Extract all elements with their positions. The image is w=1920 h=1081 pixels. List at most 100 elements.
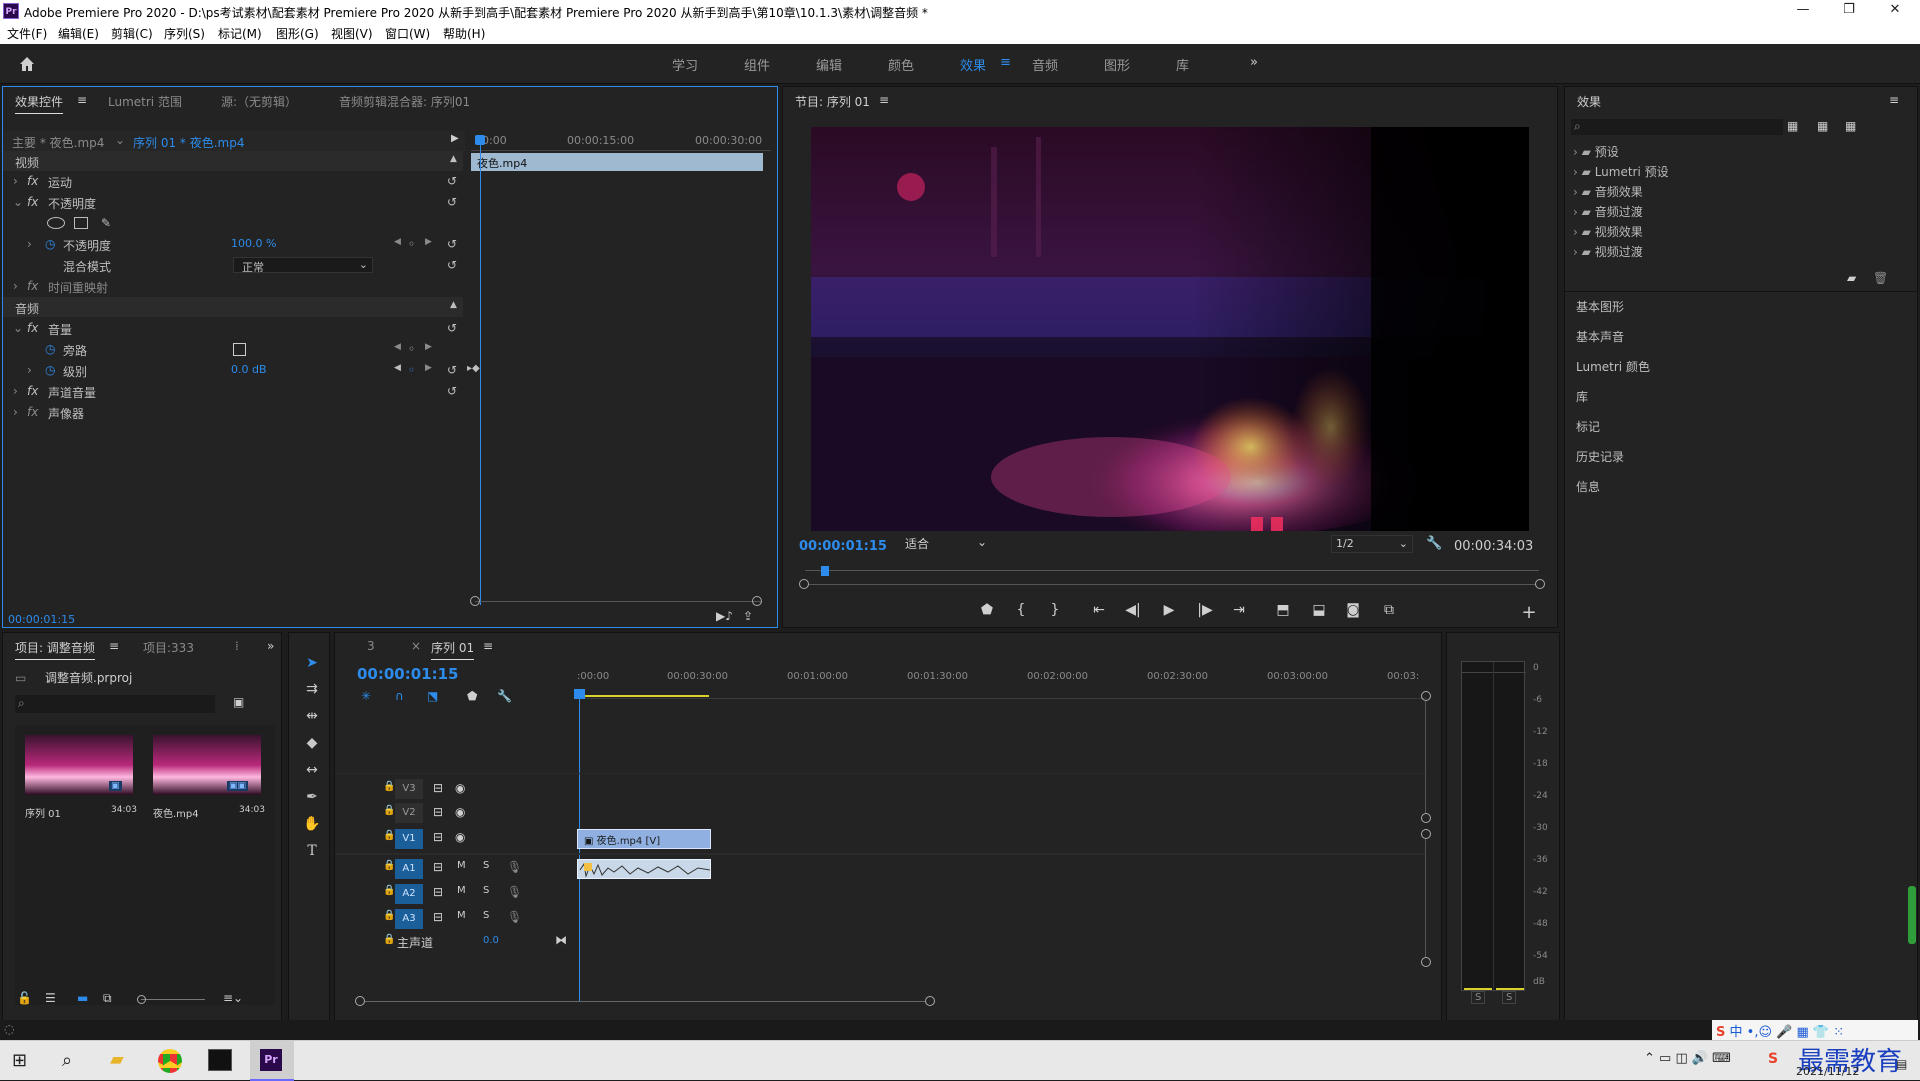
effects-search-input[interactable]: ⌕	[1571, 119, 1783, 135]
v-scroll-handle[interactable]	[1421, 813, 1431, 823]
v-scroll-handle[interactable]	[1421, 691, 1431, 701]
panel-menu-icon[interactable]: ≡	[1889, 93, 1899, 107]
track-select-tool-icon[interactable]: ⇉	[301, 678, 323, 700]
tab-assembly[interactable]: 组件	[744, 55, 770, 74]
maximize-button[interactable]: ❐	[1826, 2, 1872, 17]
program-monitor-title[interactable]: 节目: 序列 01	[795, 93, 870, 110]
track-label-a3[interactable]: A3	[395, 909, 423, 929]
export-icon[interactable]: ⇪	[743, 609, 753, 623]
timeline-horizontal-scrollbar[interactable]	[365, 1001, 925, 1002]
next-keyframe-icon[interactable]: ▶	[425, 237, 432, 247]
reset-icon[interactable]: ↺	[447, 363, 457, 377]
reset-icon[interactable]: ↺	[447, 195, 457, 209]
stopwatch-icon[interactable]: ◷	[45, 237, 55, 251]
fx-icon[interactable]: fx	[27, 384, 38, 398]
solo-button[interactable]: S	[483, 860, 489, 871]
accelerated-effects-icon[interactable]: ▦	[1787, 119, 1798, 133]
hand-tool-icon[interactable]: ✋	[301, 813, 323, 835]
menu-clip[interactable]: 剪辑(C)	[111, 25, 153, 42]
track-label-v2[interactable]: V2	[395, 803, 423, 823]
eye-icon[interactable]: ◉	[455, 781, 465, 795]
track-label-a1[interactable]: A1	[395, 859, 423, 879]
add-button-icon[interactable]: +	[1517, 602, 1541, 623]
sogou-tray-icon[interactable]: S	[1768, 1051, 1778, 1067]
prev-keyframe-icon[interactable]: ◀	[394, 342, 401, 352]
panel-menu-icon[interactable]: ≡	[77, 93, 87, 107]
blend-mode-select[interactable]: 正常 ⌄	[233, 257, 373, 274]
notification-icon[interactable]: ▤	[1896, 1057, 1907, 1071]
panner-row[interactable]: › fx 声像器	[3, 402, 463, 422]
lock-icon[interactable]: 🔒	[383, 781, 395, 792]
tab-libraries[interactable]: 库	[1176, 55, 1189, 74]
compare-view-button[interactable]: ⧉	[1377, 602, 1401, 618]
windows-start-icon[interactable]: ⊞	[12, 1050, 27, 1071]
menu-marker[interactable]: 标记(M)	[218, 25, 262, 42]
play-audio-icon[interactable]: ▶♪	[716, 609, 733, 623]
opacity-row[interactable]: › ◷ 不透明度 100.0 % ◀ ◦ ▶ ↺	[3, 234, 463, 254]
go-to-in-button[interactable]: ⇤	[1087, 602, 1111, 618]
ec-playhead[interactable]	[480, 137, 481, 605]
rectangle-mask-icon[interactable]	[74, 217, 88, 229]
tab-learn[interactable]: 学习	[672, 55, 698, 74]
tree-item-audio-transitions[interactable]: › ▰ 音频过渡	[1573, 203, 1643, 221]
track-label-v3[interactable]: V3	[395, 779, 423, 799]
sync-lock-icon[interactable]: ⊟	[433, 830, 443, 844]
lift-button[interactable]: ⬒	[1271, 602, 1295, 618]
zoom-handle-right[interactable]	[1535, 579, 1545, 589]
sequence-clip-label[interactable]: 序列 01 * 夜色.mp4	[133, 134, 244, 151]
step-back-button[interactable]: ◀|	[1121, 602, 1145, 618]
time-remap-row[interactable]: › fx 时间重映射	[3, 276, 463, 296]
reset-icon[interactable]: ↺	[447, 174, 457, 188]
microphone-icon[interactable]: 🎙	[507, 860, 522, 874]
tray-icons[interactable]: ⌃ ▭ ◫ 🔊 ⌨	[1644, 1051, 1731, 1066]
32bit-effects-icon[interactable]: ▦	[1817, 119, 1828, 133]
tab-effect-controls[interactable]: 效果控件	[15, 93, 64, 114]
video-scrollbar[interactable]	[1425, 701, 1426, 813]
track-label-v1[interactable]: V1	[395, 829, 423, 849]
chevron-down-icon[interactable]: ⌄	[13, 321, 23, 335]
lock-icon[interactable]: 🔓	[17, 991, 32, 1005]
zoom-slider-handle[interactable]	[137, 995, 146, 1004]
add-keyframe-icon[interactable]: ◦	[408, 363, 415, 377]
chevron-right-icon[interactable]: ›	[13, 405, 18, 419]
tab-audio-clip-mixer[interactable]: 音频剪辑混合器: 序列01	[339, 93, 470, 110]
chevron-right-icon[interactable]: ›	[13, 174, 18, 188]
ripple-edit-tool-icon[interactable]: ⇹	[301, 705, 323, 727]
effects-panel-title[interactable]: 效果	[1577, 93, 1601, 110]
bypass-checkbox[interactable]	[233, 343, 246, 356]
ec-zoom-bar[interactable]	[475, 601, 761, 602]
wrench-icon[interactable]: 🔧	[497, 689, 512, 703]
sync-lock-icon[interactable]: ⊟	[433, 781, 443, 795]
prev-keyframe-icon[interactable]: ◀	[394, 363, 401, 373]
collapse-icon[interactable]: ▲	[450, 154, 457, 164]
play-button[interactable]: ▶	[1157, 602, 1181, 618]
project-item-name[interactable]: 序列 01	[25, 805, 61, 820]
mute-button[interactable]: M	[457, 860, 466, 871]
video-frame[interactable]	[811, 127, 1529, 531]
mute-button[interactable]: M	[457, 910, 466, 921]
timeline-ruler[interactable]: :00:00 00:00:30:00 00:01:00:00 00:01:30:…	[577, 671, 1427, 699]
zoom-handle-right[interactable]	[752, 596, 762, 606]
lock-icon[interactable]: 🔒	[383, 910, 395, 921]
new-bin-icon[interactable]: ▰	[1847, 271, 1856, 285]
program-timecode[interactable]: 00:00:01:15	[799, 539, 887, 554]
pen-mask-icon[interactable]: ✎	[101, 216, 111, 230]
mark-in-button[interactable]: {	[1009, 602, 1033, 618]
sync-lock-icon[interactable]: ⊟	[433, 910, 443, 924]
stopwatch-icon[interactable]: ◷	[45, 342, 55, 356]
file-explorer-icon[interactable]: ▰	[110, 1049, 124, 1070]
search-icon[interactable]: ⌕	[62, 1050, 72, 1071]
slip-tool-icon[interactable]: ↔	[301, 759, 323, 781]
solo-button[interactable]: S	[483, 885, 489, 896]
chevron-right-icon[interactable]: ›	[13, 384, 18, 398]
program-ruler[interactable]	[805, 559, 1539, 571]
sync-lock-icon[interactable]: ⊟	[433, 885, 443, 899]
panel-menu-icon[interactable]: ≡	[483, 639, 493, 653]
opacity-value[interactable]: 100.0 %	[231, 237, 276, 250]
extract-button[interactable]: ⬓	[1307, 602, 1331, 618]
wrench-icon[interactable]: 🔧	[1426, 536, 1442, 551]
tab-project-333[interactable]: 项目:333	[143, 639, 194, 656]
track-label-a2[interactable]: A2	[395, 884, 423, 904]
mute-button[interactable]: M	[457, 885, 466, 896]
photos-icon[interactable]	[208, 1049, 232, 1071]
